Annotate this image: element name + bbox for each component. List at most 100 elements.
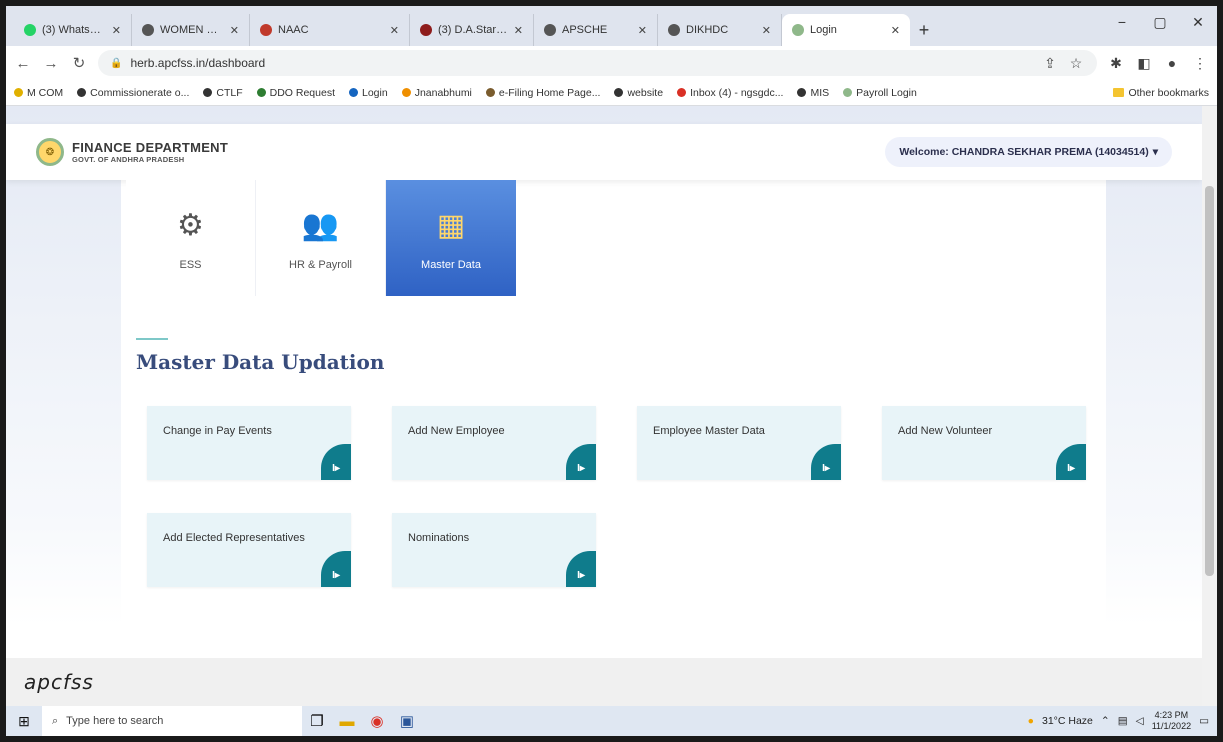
- close-icon[interactable]: ✕: [762, 24, 771, 37]
- card-add-new-volunteer[interactable]: Add New Volunteer I▸: [882, 406, 1086, 480]
- chrome-icon[interactable]: ◉: [362, 706, 392, 736]
- bookmark-icon: [256, 88, 266, 97]
- bookmark-item[interactable]: Login: [348, 87, 388, 99]
- url-text: herb.apcfss.in/dashboard: [130, 56, 266, 70]
- close-icon[interactable]: ✕: [112, 24, 121, 37]
- bookmark-item[interactable]: DDO Request: [256, 87, 335, 99]
- bookmark-item[interactable]: e-Filing Home Page...: [485, 87, 600, 99]
- bookmarks-bar: M COM Commissionerate o... CTLF DDO Requ…: [6, 80, 1217, 106]
- browser-tab[interactable]: APSCHE ✕: [534, 14, 658, 46]
- tab-title: (3) D.A.Start Dey: [438, 24, 508, 36]
- file-explorer-icon[interactable]: ▬: [332, 706, 362, 736]
- close-icon[interactable]: ✕: [891, 24, 900, 37]
- clock-time: 4:23 PM: [1154, 710, 1189, 720]
- browser-tab[interactable]: (3) WhatsApp ✕: [14, 14, 132, 46]
- minimize-button[interactable]: −: [1103, 6, 1141, 38]
- tab-title: (3) WhatsApp: [42, 24, 106, 36]
- url-field[interactable]: 🔒 herb.apcfss.in/dashboard ⇪ ☆: [98, 50, 1097, 76]
- team-icon: 👥: [301, 208, 340, 242]
- arrow-right-icon[interactable]: I▸: [566, 444, 596, 480]
- profile-icon[interactable]: ●: [1163, 55, 1181, 71]
- speaker-icon[interactable]: ◁: [1136, 715, 1144, 727]
- tab-favicon-icon: [544, 24, 556, 36]
- windows-start-icon[interactable]: ⊞: [6, 706, 42, 736]
- tab-strip: (3) WhatsApp ✕ WOMEN EMPOWER ✕ NAAC ✕ (3…: [6, 6, 1217, 46]
- browser-tab-active[interactable]: Login ✕: [782, 14, 910, 46]
- module-tab-master-data[interactable]: ▦ Master Data: [386, 180, 516, 296]
- arrow-right-icon[interactable]: I▸: [321, 444, 351, 480]
- arrow-right-icon[interactable]: I▸: [566, 551, 596, 587]
- card-nominations[interactable]: Nominations I▸: [392, 513, 596, 587]
- close-icon[interactable]: ✕: [230, 24, 239, 37]
- bookmark-item[interactable]: M COM: [14, 87, 63, 99]
- bookmark-item[interactable]: website: [614, 87, 663, 99]
- card-label: Add New Volunteer: [898, 425, 993, 437]
- other-bookmarks[interactable]: Other bookmarks: [1113, 87, 1209, 99]
- bookmark-item[interactable]: Jnanabhumi: [401, 87, 472, 99]
- ess-icon: ⚙: [177, 208, 204, 242]
- bookmark-icon: [614, 88, 624, 97]
- module-label: HR & Payroll: [289, 259, 352, 271]
- bookmark-icon: [77, 88, 87, 97]
- star-icon[interactable]: ☆: [1067, 55, 1085, 72]
- bookmark-icon: [401, 88, 411, 97]
- bookmark-item[interactable]: CTLF: [203, 87, 243, 99]
- card-change-in-pay-events[interactable]: Change in Pay Events I▸: [147, 406, 351, 480]
- scrollbar-thumb[interactable]: [1205, 186, 1214, 576]
- sidebar-icon[interactable]: ◧: [1135, 55, 1153, 72]
- card-label: Nominations: [408, 532, 470, 544]
- bookmark-label: Commissionerate o...: [90, 86, 190, 99]
- clock-date: 11/1/2022: [1151, 721, 1192, 731]
- close-icon[interactable]: ✕: [514, 24, 523, 37]
- back-arrow-icon[interactable]: ←: [14, 55, 32, 72]
- bookmark-label: MIS: [810, 86, 830, 99]
- new-tab-button[interactable]: +: [910, 14, 938, 46]
- arrow-right-icon[interactable]: I▸: [1056, 444, 1086, 480]
- user-menu-button[interactable]: Welcome: CHANDRA SEKHAR PREMA (14034514)…: [885, 137, 1172, 167]
- bookmark-item[interactable]: Payroll Login: [843, 87, 917, 99]
- menu-icon[interactable]: ⋮: [1191, 55, 1209, 72]
- card-label: Employee Master Data: [653, 425, 765, 437]
- bookmark-icon: [677, 88, 687, 97]
- bookmark-item[interactable]: Inbox (4) - ngsgdc...: [677, 87, 783, 99]
- notifications-icon[interactable]: ▭: [1199, 715, 1209, 727]
- close-icon[interactable]: ✕: [390, 24, 399, 37]
- forward-arrow-icon[interactable]: →: [42, 55, 60, 72]
- word-icon[interactable]: ▣: [392, 706, 422, 736]
- tab-favicon-icon: [792, 24, 804, 36]
- arrow-right-icon[interactable]: I▸: [321, 551, 351, 587]
- browser-tab[interactable]: DIKHDC ✕: [658, 14, 782, 46]
- card-employee-master-data[interactable]: Employee Master Data I▸: [637, 406, 841, 480]
- card-add-elected-representatives[interactable]: Add Elected Representatives I▸: [147, 513, 351, 587]
- bookmark-icon: [203, 88, 213, 97]
- share-icon[interactable]: ⇪: [1041, 55, 1059, 72]
- bookmark-icon: [14, 88, 23, 97]
- module-tab-ess[interactable]: ⚙ ESS: [126, 180, 256, 296]
- maximize-button[interactable]: ▢: [1141, 6, 1179, 38]
- card-label: Add Elected Representatives: [163, 532, 305, 544]
- scrollbar[interactable]: [1202, 106, 1217, 706]
- weather-text[interactable]: 31°C Haze: [1042, 715, 1093, 727]
- network-icon[interactable]: ▤: [1118, 715, 1128, 727]
- taskbar-search[interactable]: ⌕ Type here to search: [42, 706, 302, 736]
- browser-tab[interactable]: NAAC ✕: [250, 14, 410, 46]
- tab-favicon-icon: [420, 24, 432, 36]
- clock[interactable]: 4:23 PM 11/1/2022: [1152, 710, 1191, 732]
- close-icon[interactable]: ✕: [638, 24, 647, 37]
- module-tab-hr-payroll[interactable]: 👥 HR & Payroll: [256, 180, 386, 296]
- card-add-new-employee[interactable]: Add New Employee I▸: [392, 406, 596, 480]
- arrow-right-icon[interactable]: I▸: [811, 444, 841, 480]
- site-header: ❂ FINANCE DEPARTMENT GOVT. OF ANDHRA PRA…: [6, 124, 1202, 180]
- browser-tab[interactable]: (3) D.A.Start Dey ✕: [410, 14, 534, 46]
- chevron-up-icon[interactable]: ⌃: [1101, 715, 1110, 727]
- task-view-icon[interactable]: ❐: [302, 706, 332, 736]
- bookmark-icon: [797, 88, 807, 97]
- browser-tab[interactable]: WOMEN EMPOWER ✕: [132, 14, 250, 46]
- extensions-icon[interactable]: ✱: [1107, 55, 1125, 72]
- bookmark-item[interactable]: MIS: [797, 87, 829, 99]
- reload-icon[interactable]: ↻: [70, 54, 88, 72]
- close-window-button[interactable]: ✕: [1179, 6, 1217, 38]
- bookmark-item[interactable]: Commissionerate o...: [77, 87, 189, 99]
- chevron-down-icon: ▾: [1152, 146, 1158, 158]
- brand-subtitle: GOVT. OF ANDHRA PRADESH: [72, 155, 185, 164]
